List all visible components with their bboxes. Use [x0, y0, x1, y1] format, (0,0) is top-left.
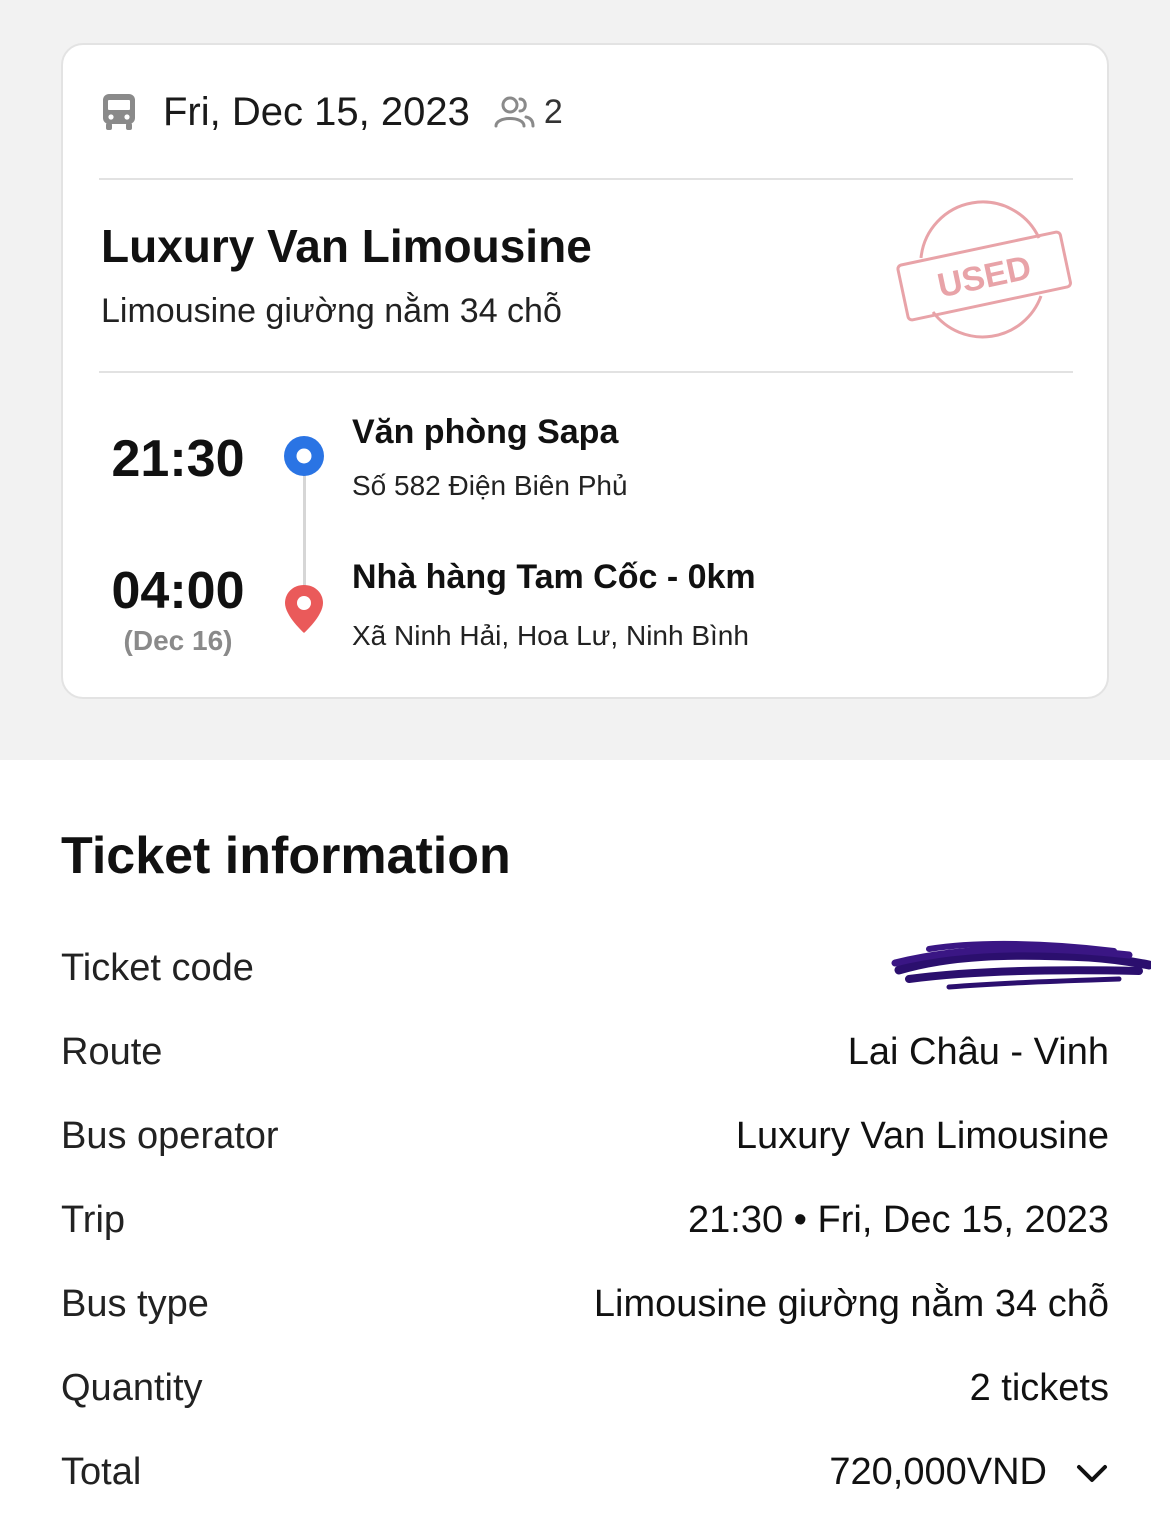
route-row: Route Lai Châu - Vinh [61, 1031, 1109, 1091]
trip-summary-area: Fri, Dec 15, 2023 2 Luxury Van Limousine… [0, 0, 1170, 760]
location-pin-icon [285, 585, 323, 633]
pickup-name: Văn phòng Sapa [352, 413, 619, 451]
bus-operator-row: Bus operator Luxury Van Limousine [61, 1115, 1109, 1175]
operator-name: Luxury Van Limousine [101, 220, 592, 272]
trip-row: Trip 21:30 • Fri, Dec 15, 2023 [61, 1199, 1109, 1259]
bus-operator-value: Luxury Van Limousine [735, 1115, 1109, 1157]
bus-type: Limousine giường nằm 34 chỗ [101, 292, 562, 330]
divider [99, 178, 1073, 180]
pickup-address: Số 582 Điện Biên Phủ [352, 470, 628, 501]
chevron-down-icon[interactable] [1075, 1463, 1109, 1485]
dropoff-time: 04:00 [111, 562, 245, 620]
row-label: Bus type [61, 1283, 209, 1325]
ticket-info-title: Ticket information [61, 827, 511, 885]
people-icon [490, 94, 538, 130]
dropoff-name: Nhà hàng Tam Cốc - 0km [352, 558, 756, 596]
bus-type-row: Bus type Limousine giường nằm 34 chỗ [61, 1283, 1109, 1343]
row-label: Ticket code [61, 947, 254, 989]
total-value[interactable]: 720,000VND [829, 1451, 1109, 1494]
dropoff-address: Xã Ninh Hải, Hoa Lư, Ninh Bình [352, 620, 749, 651]
ticket-code-row: Ticket code [61, 940, 1151, 1007]
used-stamp: USED [896, 200, 1072, 339]
trip-header: Fri, Dec 15, 2023 2 [101, 89, 563, 135]
redaction-scribble [891, 940, 1151, 990]
quantity-value: 2 tickets [969, 1367, 1109, 1409]
trip-date: Fri, Dec 15, 2023 [163, 89, 470, 134]
row-label: Trip [61, 1199, 126, 1241]
trip-card[interactable]: Fri, Dec 15, 2023 2 Luxury Van Limousine… [61, 43, 1109, 699]
pickup-dot-icon [284, 436, 324, 476]
row-label: Route [61, 1031, 163, 1073]
bus-type-value: Limousine giường nằm 34 chỗ [593, 1283, 1109, 1325]
bus-icon [101, 92, 137, 132]
timeline-line [303, 475, 306, 595]
row-label: Total [61, 1451, 142, 1493]
trip-value: 21:30 • Fri, Dec 15, 2023 [688, 1199, 1109, 1241]
passenger-count: 2 [543, 92, 563, 131]
route-value: Lai Châu - Vinh [847, 1031, 1109, 1073]
total-row[interactable]: Total 720,000VND [61, 1451, 1109, 1511]
quantity-row: Quantity 2 tickets [61, 1367, 1109, 1427]
row-label: Bus operator [61, 1115, 279, 1157]
total-amount: 720,000VND [829, 1451, 1047, 1493]
pickup-time: 21:30 [111, 430, 245, 488]
dropoff-date-note: (Dec 16) [123, 625, 233, 656]
divider [99, 371, 1073, 373]
row-label: Quantity [61, 1367, 203, 1409]
